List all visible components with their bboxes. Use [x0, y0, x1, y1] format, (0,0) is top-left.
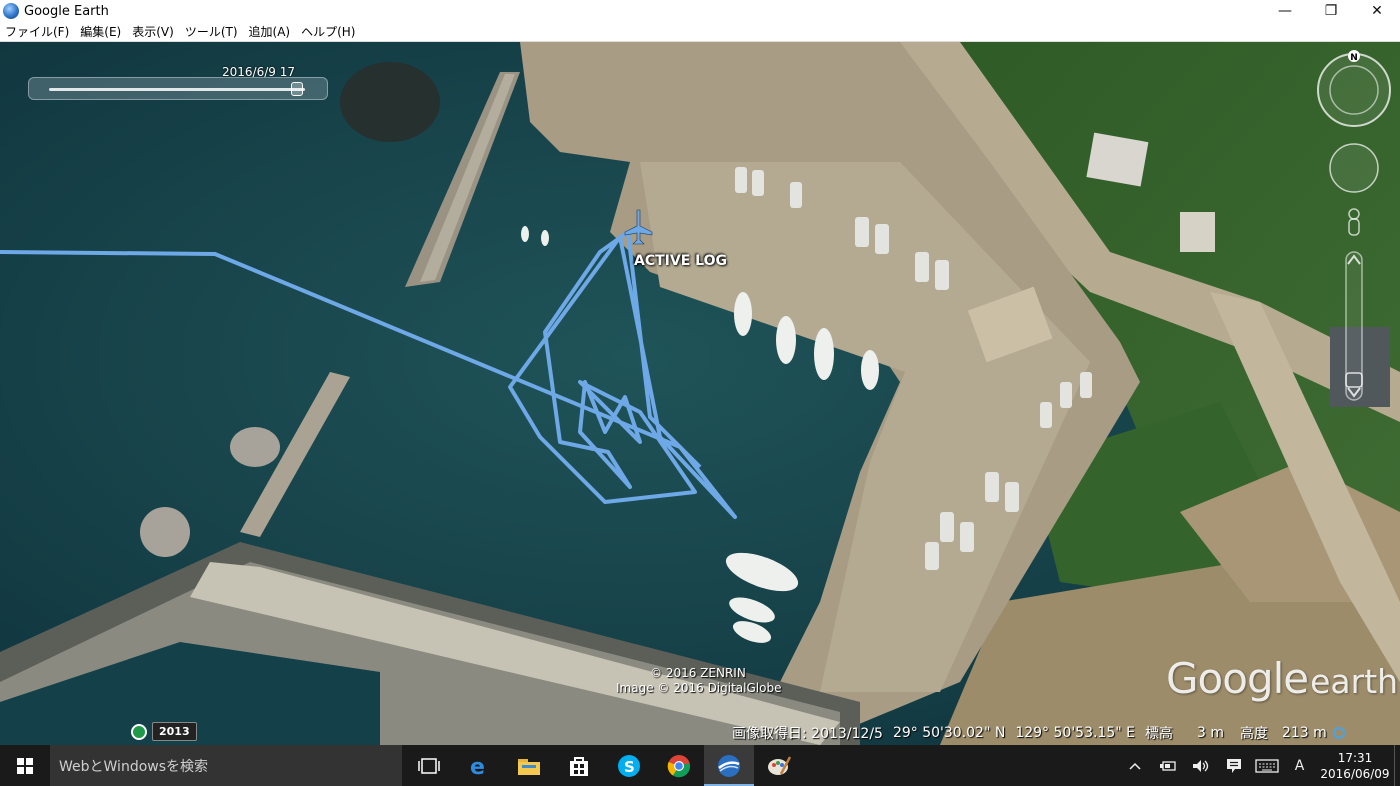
- paint-button[interactable]: [754, 745, 804, 786]
- copyright-zenrin: © 2016 ZENRIN: [650, 666, 746, 680]
- historical-imagery-icon[interactable]: [131, 723, 147, 740]
- imagery-date: 画像取得日: 2013/12/5: [732, 726, 883, 742]
- close-button[interactable]: ✕: [1354, 0, 1400, 22]
- altitude-value: 213 m: [1281, 725, 1327, 741]
- menu-bar: ファイル(F) 編集(E) 表示(V) ツール(T) 追加(A) ヘルプ(H): [0, 22, 1400, 42]
- paint-icon: [768, 755, 791, 775]
- action-center-icon: [1226, 758, 1241, 773]
- windows-logo-icon: [17, 757, 33, 774]
- keyboard-icon: [1254, 758, 1279, 773]
- svg-text:S: S: [624, 758, 635, 776]
- speaker-icon: [1192, 759, 1208, 772]
- elevation-label: 標高: [1144, 726, 1173, 742]
- battery-plug-icon: [1159, 760, 1176, 771]
- chrome-button[interactable]: [654, 745, 704, 786]
- active-log-label[interactable]: ACTIVE LOG: [634, 253, 727, 269]
- google-earth-icon: [718, 754, 740, 777]
- edge-button[interactable]: e: [454, 745, 504, 786]
- latitude-readout: 29° 50'30.02" N: [892, 725, 1006, 741]
- chrome-icon: [667, 754, 691, 777]
- taskbar-apps: e S: [404, 745, 804, 786]
- look-joystick[interactable]: [1329, 143, 1379, 193]
- store-button[interactable]: [554, 745, 604, 786]
- menu-tools[interactable]: ツール(T): [180, 23, 244, 40]
- logo-earth-text: earth: [1310, 662, 1399, 701]
- window-controls: — ❐ ✕: [1262, 0, 1400, 22]
- menu-file[interactable]: ファイル(F): [0, 23, 75, 40]
- compass-north-label: N: [1350, 53, 1358, 63]
- taskbar: WebとWindowsを検索 e S A 17:31 2016/06/09: [0, 745, 1400, 786]
- chevron-up-icon: [1128, 762, 1141, 770]
- store-icon: [570, 756, 588, 776]
- time-slider-label: 2016/6/9 17: [222, 65, 295, 79]
- navigation-controls: N: [1317, 50, 1391, 401]
- system-tray: A 17:31 2016/06/09: [1118, 745, 1400, 786]
- touch-keyboard-button[interactable]: [1250, 745, 1283, 786]
- street-view-pegman-icon[interactable]: [1348, 208, 1360, 236]
- minimize-button[interactable]: —: [1262, 0, 1308, 22]
- clock-time: 17:31: [1337, 750, 1373, 765]
- start-button[interactable]: [0, 745, 50, 786]
- status-bar: 画像取得日: 2013/12/5 29° 50'30.02" N 129° 50…: [732, 722, 1345, 744]
- historical-imagery-year[interactable]: 2013: [152, 722, 197, 741]
- menu-view[interactable]: 表示(V): [127, 23, 180, 40]
- imagery-copyright: © 2016 ZENRIN Image © 2016 DigitalGlobe: [616, 666, 781, 696]
- window-title: Google Earth: [24, 3, 109, 19]
- map-view[interactable]: ACTIVE LOG 2016/6/9 17 N © 2016 ZENRIN I…: [0, 42, 1400, 745]
- skype-button[interactable]: S: [604, 745, 654, 786]
- time-slider-track[interactable]: [49, 88, 305, 91]
- time-slider[interactable]: 2016/6/9 17: [28, 65, 328, 100]
- show-desktop-button[interactable]: [1394, 745, 1400, 786]
- volume-button[interactable]: [1184, 745, 1217, 786]
- power-status-button[interactable]: [1151, 745, 1184, 786]
- menu-help[interactable]: ヘルプ(H): [296, 23, 361, 40]
- action-center-button[interactable]: [1217, 745, 1250, 786]
- taskbar-clock[interactable]: 17:31 2016/06/09: [1316, 745, 1394, 786]
- google-earth-taskbar-button[interactable]: [704, 745, 754, 786]
- compass-ring[interactable]: N: [1317, 50, 1391, 127]
- title-bar: Google Earth — ❐ ✕: [0, 0, 1400, 22]
- streaming-indicator-icon: [1332, 727, 1345, 739]
- ime-mode-indicator[interactable]: A: [1283, 745, 1316, 786]
- zoom-slider[interactable]: [1345, 251, 1363, 401]
- svg-text:e: e: [470, 755, 485, 778]
- logo-google-text: Google: [1166, 654, 1309, 703]
- show-hidden-icons-button[interactable]: [1118, 745, 1151, 786]
- taskbar-search[interactable]: WebとWindowsを検索: [50, 745, 402, 786]
- elevation-value: 3 m: [1196, 725, 1224, 741]
- maximize-button[interactable]: ❐: [1308, 0, 1354, 22]
- time-slider-thumb[interactable]: [291, 82, 304, 96]
- longitude-readout: 129° 50'53.15" E: [1015, 725, 1135, 741]
- skype-icon: S: [618, 754, 640, 777]
- folder-icon: [518, 758, 540, 775]
- file-explorer-button[interactable]: [504, 745, 554, 786]
- google-earth-logo: Googleearth: [1166, 654, 1398, 703]
- task-view-icon: [418, 757, 440, 774]
- clock-date: 2016/06/09: [1320, 766, 1390, 781]
- task-view-button[interactable]: [404, 745, 454, 786]
- search-placeholder: WebとWindowsを検索: [59, 758, 209, 775]
- edge-icon: e: [470, 755, 485, 778]
- copyright-digitalglobe: Image © 2016 DigitalGlobe: [616, 681, 782, 695]
- gps-track[interactable]: [0, 42, 1400, 745]
- menu-edit[interactable]: 編集(E): [75, 23, 127, 40]
- menu-add[interactable]: 追加(A): [244, 23, 297, 40]
- google-earth-app-icon: [3, 3, 19, 19]
- altitude-label: 高度: [1239, 726, 1268, 742]
- historical-imagery[interactable]: 2013: [131, 722, 197, 741]
